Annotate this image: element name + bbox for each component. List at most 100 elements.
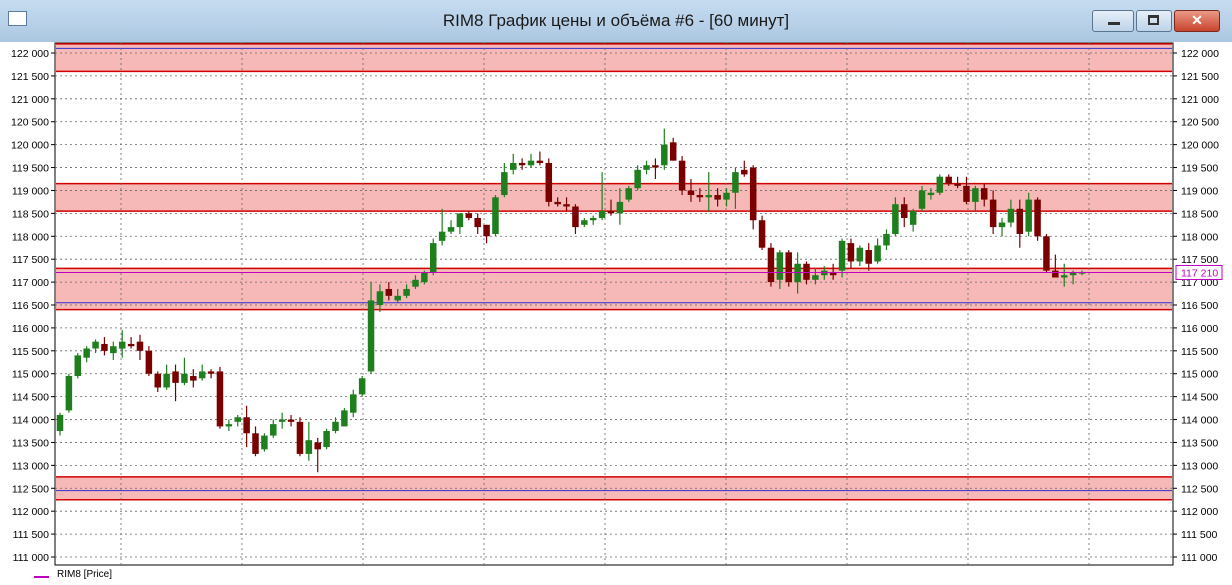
y-tick-label-left: 121 000 [11,94,49,106]
candle-body [83,348,90,358]
candle-body [776,252,784,280]
y-tick-label-left: 111 000 [13,552,50,564]
candle-body [1007,208,1015,223]
candle-body [892,204,899,234]
candle-body [145,350,153,374]
candle-body [207,371,215,374]
candle-body [65,376,73,411]
candle-body [998,222,1006,228]
candle-body [430,243,437,273]
candle-body [607,211,615,214]
candle-body [554,201,561,205]
candle-body [332,421,339,431]
candle-body [705,195,712,198]
candle-body [1069,272,1077,276]
candle-body [758,220,766,248]
y-tick-label-right: 118 500 [1181,208,1218,220]
level-zone [56,476,1172,500]
candle-body [367,300,375,372]
candle-body [358,378,366,395]
candle-body [901,204,908,218]
window-title: RIM8 График цены и объёма #6 - [60 минут… [442,11,790,30]
y-tick-label-left: 122 000 [11,48,49,60]
candle-body [865,250,872,264]
candle-body [323,431,330,448]
candle-body [394,295,401,301]
candle-body [412,279,419,287]
candle-body [483,224,490,237]
candle-body [616,201,624,214]
y-tick-label-right: 121 500 [1181,71,1219,83]
y-tick-label-left: 117 000 [12,277,49,289]
candle-body [492,197,499,234]
candle-body [101,343,108,351]
y-tick-label-left: 116 000 [12,323,49,335]
candle-body [936,176,944,193]
candle-body [225,424,233,427]
candle-body [812,275,819,280]
candle-body [1034,199,1041,237]
chart-area[interactable]: 122 000 122 000 121 500 121 500 121 000 121 0… [0,42,1232,585]
series-legend-swatch [34,576,49,578]
candle-body [376,291,384,305]
candle-body [589,217,597,221]
candle-body [465,213,473,218]
y-tick-label-left: 114 000 [12,415,49,427]
y-tick-label-right: 113 000 [1181,460,1218,472]
y-tick-label-left: 112 000 [12,506,49,518]
y-tick-label-right: 111 000 [1181,552,1218,564]
y-tick-label-right: 117 500 [1181,254,1218,266]
candle-body [172,371,179,383]
candle-body [954,183,961,186]
candle-body [927,192,935,196]
candle-body [732,172,739,193]
candle-body [350,394,357,413]
candle-body [509,162,517,170]
y-tick-label-left: 119 500 [12,163,49,175]
candle-body [110,346,117,354]
candle-body [527,160,535,166]
maximize-button[interactable] [1136,10,1172,32]
window-titlebar[interactable]: RIM8 График цены и объёма #6 - [60 минут… [0,0,1232,43]
candle-body [154,373,162,388]
candle-body [74,355,82,377]
candle-body [972,188,979,202]
y-tick-label-right: 122 000 [1181,48,1219,60]
y-tick-label-left: 118 500 [12,208,49,220]
minimize-icon [1108,22,1120,25]
candle-body [403,288,410,296]
candle-body [243,417,250,434]
candle-body [1043,236,1050,271]
y-tick-label-left: 120 500 [11,117,49,129]
candle-body [918,190,926,209]
y-tick-label-left: 115 000 [12,369,49,381]
price-chart[interactable]: 122 000 122 000 121 500 121 500 121 000 121 0… [0,42,1232,585]
candle-body [198,371,206,379]
candle-body [447,227,455,232]
candle-body [767,247,775,283]
y-tick-label-right: 114 500 [1181,392,1218,404]
candle-body [625,188,633,200]
candle-body [980,188,988,200]
close-button[interactable]: ✕ [1174,10,1220,32]
candle-body [518,162,526,166]
candle-body [661,144,668,166]
candle-body [714,195,721,200]
candle-body [803,263,810,280]
candle-body [687,190,695,196]
candle-body [1052,270,1059,278]
candle-body [669,142,677,161]
candle-body [163,373,170,388]
candle-body [456,213,464,228]
y-tick-label-left: 120 000 [11,140,49,152]
candle-body [563,204,570,207]
candle-body [856,247,864,262]
candle-body [421,272,428,283]
candle-body [56,414,64,431]
candle-body [883,233,890,246]
y-tick-label-right: 112 500 [1181,483,1218,495]
candle-body [634,169,641,189]
maximize-icon [1148,15,1159,25]
candle-body [341,410,348,427]
minimize-button[interactable] [1092,10,1134,32]
